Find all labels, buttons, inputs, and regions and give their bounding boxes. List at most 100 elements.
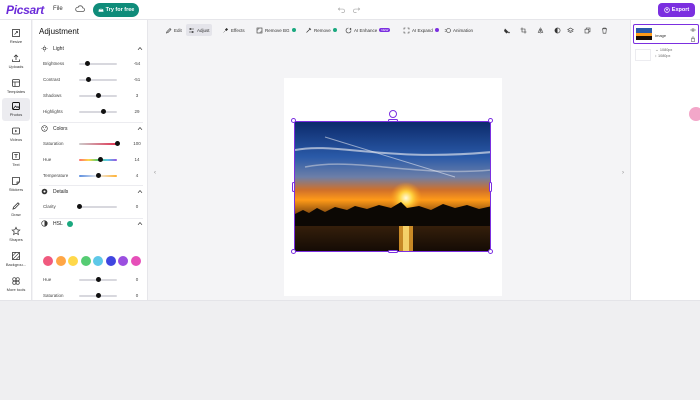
feature-badge: [434, 28, 439, 32]
hsl-swatch[interactable]: [55, 256, 66, 266]
file-menu[interactable]: File: [53, 6, 63, 12]
slider-temperature[interactable]: Temperature 4: [43, 171, 143, 181]
tool-flip[interactable]: [535, 24, 546, 36]
slider-value[interactable]: 100: [131, 141, 143, 146]
slider-saturation[interactable]: Saturation 100: [43, 139, 143, 149]
assistant-float-button[interactable]: [689, 107, 700, 121]
tool-edit[interactable]: Edit: [163, 24, 184, 36]
resize-handle-top-right[interactable]: [488, 118, 493, 123]
resize-handle-bottom-right[interactable]: [488, 249, 493, 254]
rail-item-videos[interactable]: Videos: [2, 123, 30, 146]
tool-remove[interactable]: Remove: [303, 24, 339, 36]
slider-value[interactable]: 4: [131, 173, 143, 178]
slider-clarity[interactable]: Clarity 0: [43, 202, 143, 212]
slider-knob[interactable]: [76, 204, 82, 209]
slider-knob[interactable]: [114, 141, 120, 146]
tool-crop[interactable]: [518, 24, 529, 36]
hsl-swatch[interactable]: [80, 256, 91, 266]
tool-animation[interactable]: Animation: [442, 24, 475, 36]
slider-value[interactable]: 0: [131, 293, 143, 298]
slider-knob[interactable]: [98, 157, 104, 162]
slider-knob[interactable]: [96, 173, 102, 178]
eye-icon[interactable]: [690, 27, 696, 33]
try-for-free-button[interactable]: Try for free: [93, 3, 139, 17]
rotate-handle[interactable]: [389, 110, 397, 118]
rail-item-stickers[interactable]: Stickers: [2, 173, 30, 196]
slider-highlights[interactable]: Highlights 29: [43, 107, 143, 117]
slider-knob[interactable]: [96, 93, 102, 98]
undo-icon[interactable]: [337, 5, 346, 14]
slider-contrast[interactable]: Contrast -51: [43, 75, 143, 85]
slider-value[interactable]: 29: [131, 109, 143, 114]
tool-ai-enhance[interactable]: AI Enhance NEW: [343, 24, 392, 36]
layers-panel: Image ↔ 1080px ↕ 1080px: [630, 20, 700, 300]
tool-remove-bg[interactable]: Remove BG: [254, 24, 298, 36]
slider-value[interactable]: 0: [131, 277, 143, 282]
hsl-swatch[interactable]: [130, 256, 141, 266]
sunset-photo[interactable]: [294, 121, 491, 252]
slider-knob[interactable]: [85, 77, 91, 82]
tool-duplicate[interactable]: [582, 24, 593, 36]
tool-effects[interactable]: Effects: [220, 24, 247, 36]
background-layer[interactable]: ↔ 1080px ↕ 1080px: [633, 46, 699, 66]
resize-handle-right[interactable]: [489, 182, 492, 192]
slider-track[interactable]: [79, 79, 117, 81]
tool-layers[interactable]: [565, 24, 576, 36]
slider-track[interactable]: [79, 111, 117, 113]
slider-knob[interactable]: [85, 61, 91, 66]
layers-collapse-chevron-icon[interactable]: ›: [622, 170, 624, 176]
slider-hue[interactable]: Hue 0: [43, 275, 143, 285]
rail-item-draw[interactable]: Draw: [2, 198, 30, 221]
slider-value[interactable]: 14: [131, 157, 143, 162]
slider-knob[interactable]: [101, 109, 106, 114]
slider-value[interactable]: -54: [131, 61, 143, 66]
resize-handle-bottom-left[interactable]: [291, 249, 296, 254]
hsl-swatch[interactable]: [68, 256, 78, 266]
resize-handle-bottom[interactable]: [388, 250, 398, 253]
rail-item-more-tools[interactable]: More tools: [2, 273, 30, 296]
slider-value[interactable]: -51: [131, 77, 143, 82]
tool-fill[interactable]: [501, 24, 512, 36]
rail-item-text[interactable]: Text: [2, 148, 30, 171]
export-button[interactable]: Export: [658, 3, 695, 17]
panel-title: Adjustment: [39, 27, 80, 36]
redo-icon[interactable]: [352, 5, 361, 14]
rail-item-background[interactable]: Backgrou...: [2, 248, 30, 271]
slider-brightness[interactable]: Brightness -54: [43, 59, 143, 69]
tool-delete[interactable]: [599, 24, 610, 36]
slider-value[interactable]: 3: [131, 93, 143, 98]
lock-icon[interactable]: [690, 36, 696, 42]
slider-value[interactable]: 0: [131, 204, 143, 209]
hsl-swatch[interactable]: [118, 256, 128, 266]
cloud-save-icon[interactable]: [75, 4, 85, 14]
app-logo[interactable]: Picsart: [6, 3, 44, 17]
hsl-swatch[interactable]: [105, 256, 116, 266]
tool-adjust[interactable]: Adjust: [186, 24, 212, 36]
slider-knob[interactable]: [95, 277, 101, 282]
section-hsl-header[interactable]: HSL: [41, 219, 145, 229]
rail-item-photos[interactable]: Photos: [2, 98, 30, 121]
hsl-swatch[interactable]: [43, 256, 53, 266]
slider-shadows[interactable]: Shadows 3: [43, 91, 143, 101]
resize-handle-top[interactable]: [388, 119, 398, 122]
section-light-header[interactable]: Light: [41, 44, 145, 54]
slider-saturation[interactable]: Saturation 0: [43, 291, 143, 300]
slider-hue[interactable]: Hue 14: [43, 155, 143, 165]
rail-item-shapes[interactable]: Shapes: [2, 223, 30, 246]
tool-ai-expand[interactable]: AI Expand: [401, 24, 441, 36]
slider-knob[interactable]: [95, 293, 101, 298]
hsl-swatch[interactable]: [93, 256, 103, 266]
layer-item[interactable]: Image: [633, 24, 699, 44]
section-details-header[interactable]: Details: [41, 187, 145, 197]
section-colors-header[interactable]: Colors: [41, 124, 145, 134]
text-icon: [12, 152, 20, 160]
rail-item-uploads[interactable]: Uploads: [2, 50, 30, 73]
resize-handle-left[interactable]: [292, 182, 295, 192]
rail-item-templates[interactable]: Templates: [2, 75, 30, 98]
slider-track[interactable]: [79, 143, 117, 145]
rail-item-resize[interactable]: Resize: [2, 25, 30, 48]
slider-track[interactable]: [79, 206, 117, 208]
resize-handle-top-left[interactable]: [291, 118, 296, 123]
tool-opacity[interactable]: [552, 24, 563, 36]
panel-collapse-chevron-icon[interactable]: ‹: [154, 170, 160, 184]
